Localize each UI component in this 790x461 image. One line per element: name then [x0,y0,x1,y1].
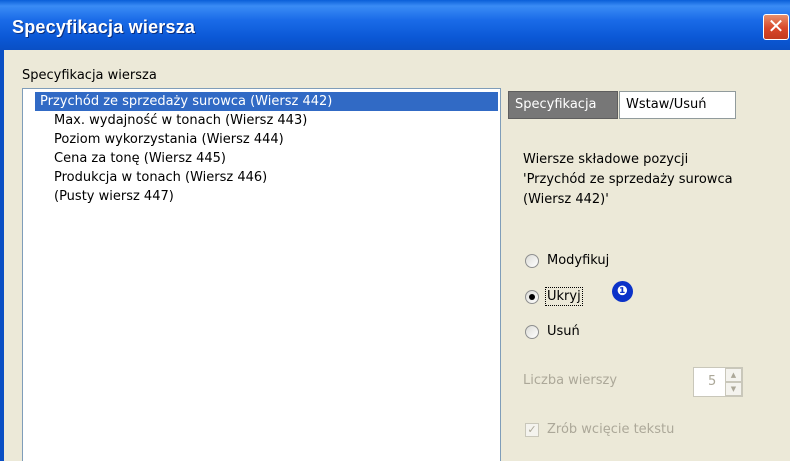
indent-checkbox-label[interactable]: Zrób wcięcie tekstu [547,422,674,437]
description-line: 'Przychód ze sprzedaży surowca [523,172,733,187]
spin-up-icon[interactable]: ▲ [725,368,742,382]
tab-specification[interactable]: Specyfikacja [508,91,618,119]
description-line: (Wiersz 442)' [523,192,609,207]
radio-modify[interactable] [525,254,539,268]
focus-rectangle: Ukryj [545,287,583,306]
spin-down-icon[interactable]: ▼ [725,382,742,396]
radio-hide[interactable] [525,290,539,304]
radio-modify-label[interactable]: Modyfikuj [547,252,609,270]
tree-group-label: Specyfikacja wiersza [22,68,157,83]
tab-insert-delete[interactable]: Wstaw/Usuń [619,91,736,119]
window-frame [0,50,4,461]
tree-item[interactable]: Poziom wykorzystania (Wiersz 444) [54,130,284,149]
tree-item[interactable]: Cena za tonę (Wiersz 445) [54,149,226,168]
description: Wiersze składowe pozycji 'Przychód ze sp… [523,150,783,210]
close-button[interactable]: ✕ [763,14,789,40]
row-count-stepper[interactable]: 5 ▲ ▼ [693,367,743,397]
check-icon: ✓ [527,423,537,436]
tree-item[interactable]: (Pusty wiersz 447) [54,187,174,206]
radio-delete[interactable] [525,325,539,339]
radio-delete-label[interactable]: Usuń [547,323,580,341]
tree-item-selected[interactable]: Przychód ze sprzedaży surowca (Wiersz 44… [35,92,498,111]
row-count-label: Liczba wierszy [523,373,618,388]
radio-hide-label[interactable]: Ukryj [545,287,583,306]
row-tree[interactable]: Przychód ze sprzedaży surowca (Wiersz 44… [22,88,501,461]
tree-item[interactable]: Max. wydajność w tonach (Wiersz 443) [54,111,307,130]
title-bar[interactable]: Specyfikacja wiersza ✕ [0,0,790,50]
callout-badge-icon: ❶ [612,281,633,302]
tree-item[interactable]: Produkcja w tonach (Wiersz 446) [54,168,267,187]
indent-checkbox[interactable]: ✓ [525,423,539,437]
window-title: Specyfikacja wiersza [12,17,196,37]
row-count-value: 5 [708,374,717,389]
close-icon: ✕ [767,14,785,38]
description-line: Wiersze składowe pozycji [523,152,689,167]
